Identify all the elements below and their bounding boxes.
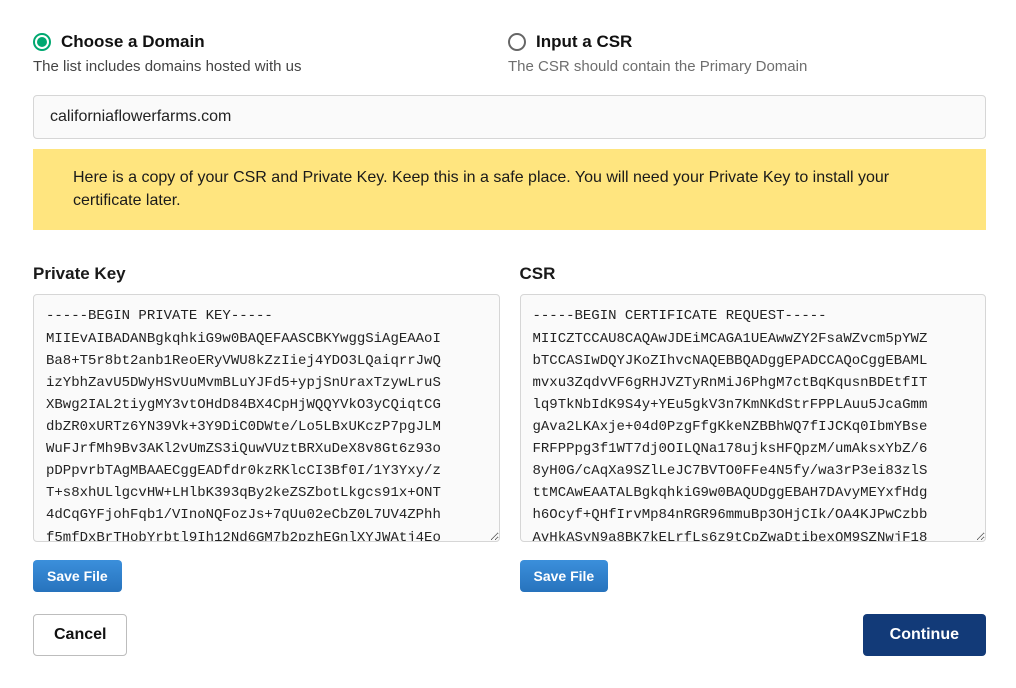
option-title-input-csr: Input a CSR: [536, 32, 632, 52]
radio-dot-icon: [37, 37, 47, 47]
continue-button[interactable]: Continue: [863, 614, 986, 656]
private-key-textarea[interactable]: [33, 294, 500, 542]
private-key-heading: Private Key: [33, 264, 500, 284]
radio-choose-domain[interactable]: Choose a Domain: [33, 32, 508, 52]
radio-input-csr[interactable]: Input a CSR: [508, 32, 983, 52]
save-csr-button[interactable]: Save File: [520, 560, 609, 592]
domain-input-container: [33, 95, 986, 139]
option-sub-choose-domain: The list includes domains hosted with us: [33, 58, 508, 75]
radio-circle-unselected-icon: [508, 33, 526, 51]
domain-source-options: Choose a Domain The list includes domain…: [33, 32, 983, 75]
domain-input[interactable]: [34, 96, 985, 138]
csr-column: CSR Save File: [520, 264, 987, 592]
option-sub-input-csr: The CSR should contain the Primary Domai…: [508, 58, 983, 75]
save-private-key-button[interactable]: Save File: [33, 560, 122, 592]
option-title-choose-domain: Choose a Domain: [61, 32, 205, 52]
cancel-button[interactable]: Cancel: [33, 614, 127, 656]
csr-heading: CSR: [520, 264, 987, 284]
keys-row: Private Key Save File CSR Save File: [33, 264, 986, 592]
csr-textarea[interactable]: [520, 294, 987, 542]
footer-actions: Cancel Continue: [33, 614, 986, 656]
radio-circle-selected-icon: [33, 33, 51, 51]
csr-key-alert: Here is a copy of your CSR and Private K…: [33, 149, 986, 230]
private-key-column: Private Key Save File: [33, 264, 500, 592]
